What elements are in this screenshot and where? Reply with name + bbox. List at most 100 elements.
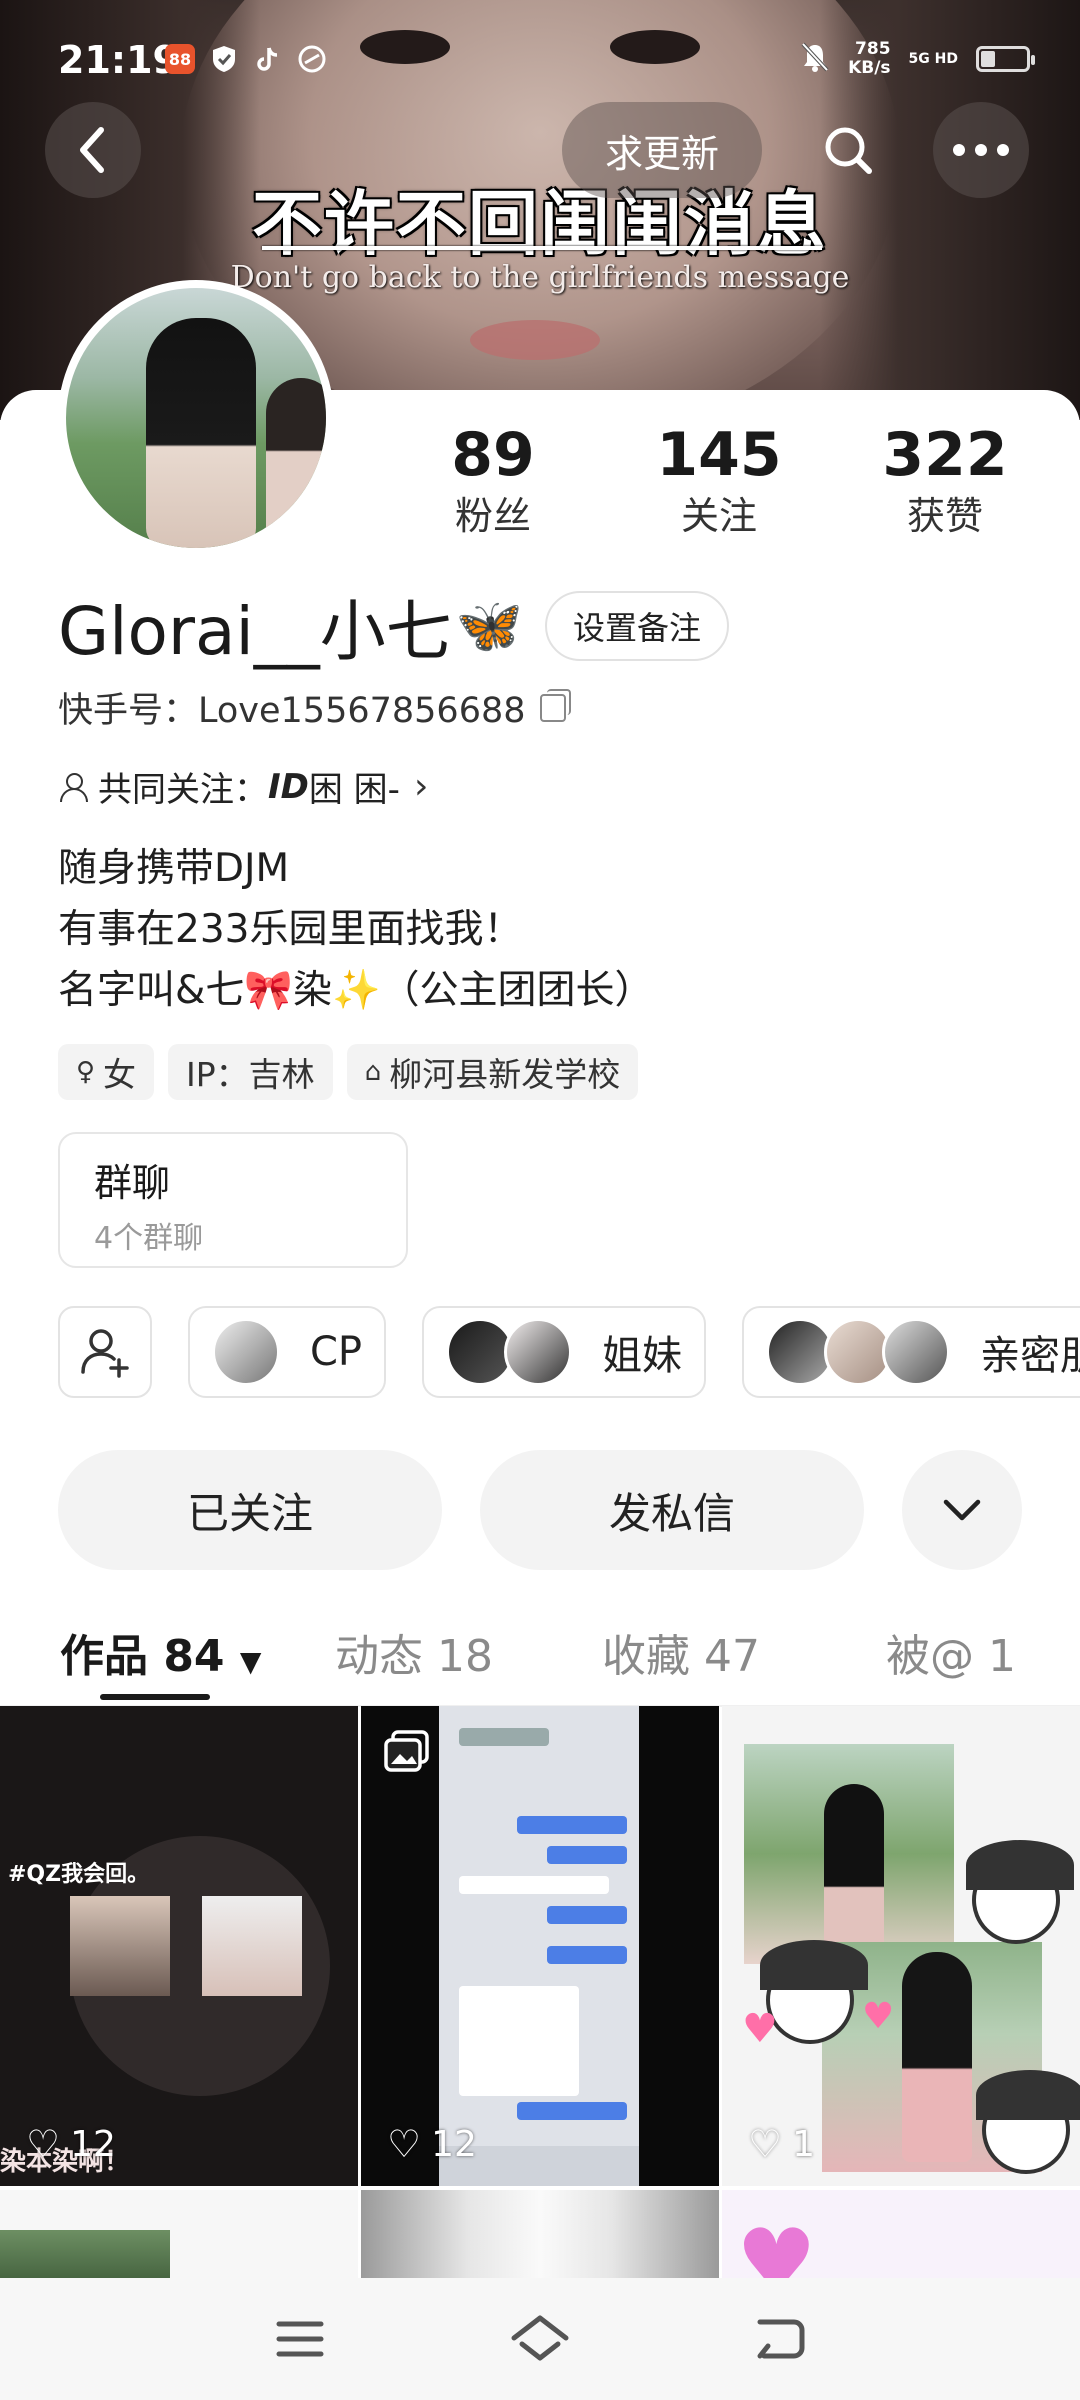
heart-sticker: ♥ bbox=[742, 2006, 778, 2052]
back-arrow-icon bbox=[757, 2319, 805, 2359]
status-app-icons: 88 bbox=[165, 44, 327, 74]
content-tabs: 作品 84 ▼ 动态 18 收藏 47 被@ 1 bbox=[0, 1610, 1080, 1707]
bio-line: 名字叫&七🎀染✨（公主团团长） bbox=[58, 968, 654, 1013]
home-nav-button[interactable] bbox=[500, 2299, 580, 2379]
relationship-circles: CP 姐妹 亲密朋友 bbox=[58, 1306, 1080, 1398]
heart-icon: ♡ bbox=[387, 2122, 422, 2166]
back-button[interactable] bbox=[45, 102, 141, 198]
battery-icon bbox=[976, 46, 1035, 72]
tile-photo bbox=[70, 1896, 170, 1996]
tile-likes: ♡ 1 bbox=[748, 2122, 815, 2166]
set-remark-button[interactable]: 设置备注 bbox=[545, 591, 730, 661]
tile-photo bbox=[744, 1744, 954, 1964]
circle-avatar bbox=[882, 1318, 951, 1386]
profile-tags: ♀ 女 IP：吉林 ⌂ 柳河县新发学校 bbox=[58, 1044, 639, 1100]
tab-favorites[interactable]: 收藏 47 bbox=[602, 1620, 760, 1684]
add-friend-button[interactable] bbox=[58, 1306, 152, 1398]
tag-label: IP：吉林 bbox=[186, 1055, 315, 1094]
search-button[interactable] bbox=[800, 102, 896, 198]
mute-icon bbox=[800, 41, 830, 77]
send-message-button[interactable]: 发私信 bbox=[480, 1450, 864, 1570]
chat-bubble bbox=[547, 1846, 627, 1864]
person-icon bbox=[58, 772, 88, 802]
circle-avatar bbox=[212, 1318, 280, 1386]
work-tile[interactable]: ♡ 12 bbox=[361, 1706, 719, 2186]
work-tile[interactable]: ♥ bbox=[722, 2190, 1080, 2278]
tile-photo bbox=[0, 2230, 170, 2278]
multi-image-icon bbox=[384, 1730, 429, 1772]
heart-icon: ♡ bbox=[748, 2122, 783, 2166]
tile-photo bbox=[202, 1896, 302, 1996]
tile-likes: ♡ 12 bbox=[26, 2122, 116, 2166]
status-time: 21:19 bbox=[58, 38, 179, 82]
more-options-button[interactable] bbox=[933, 102, 1029, 198]
work-tile[interactable]: #QZ我会回。 染本染啊！ ♡ 12 bbox=[0, 1706, 358, 2186]
school-icon: ⌂ bbox=[364, 1057, 382, 1087]
tile-figure bbox=[902, 1952, 972, 2162]
circle-close-friends[interactable]: 亲密朋友 bbox=[742, 1306, 1080, 1398]
add-person-icon bbox=[81, 1329, 129, 1378]
back-nav-button[interactable] bbox=[740, 2299, 820, 2379]
group-chat-card[interactable]: 群聊 4个群聊 bbox=[58, 1132, 408, 1268]
copy-icon[interactable] bbox=[539, 688, 571, 722]
stat-following-label: 关注 bbox=[680, 494, 757, 538]
search-icon bbox=[825, 127, 872, 174]
circle-avatar bbox=[504, 1318, 573, 1386]
kuromi-sticker bbox=[976, 2070, 1080, 2174]
banner-title: 不许不回闺闺消息 bbox=[252, 183, 828, 265]
tile-figure bbox=[824, 1784, 884, 1954]
likes-count: 1 bbox=[792, 2123, 815, 2165]
status-bar: 21:19 88 785 KB/s 5G HD bbox=[0, 0, 1080, 120]
menu-nav-button[interactable] bbox=[260, 2299, 340, 2379]
chevron-left-icon bbox=[80, 127, 104, 173]
expand-button[interactable] bbox=[902, 1450, 1022, 1570]
tab-mentions[interactable]: 被@ 1 bbox=[886, 1620, 1016, 1684]
kuaishou-id: 快手号：Love15567856688 bbox=[58, 691, 526, 731]
profile-name: Glorai__小七 bbox=[58, 593, 452, 670]
avatar[interactable] bbox=[58, 280, 334, 556]
kuromi-sticker bbox=[966, 1840, 1074, 1944]
chat-bubble bbox=[459, 1728, 549, 1746]
heart-icon: ♡ bbox=[26, 2122, 61, 2166]
tab-works[interactable]: 作品 84 ▼ bbox=[60, 1620, 261, 1684]
circle-cp[interactable]: CP bbox=[188, 1306, 387, 1398]
banner-title-underline bbox=[262, 246, 822, 250]
chat-bubble bbox=[459, 1986, 579, 2096]
stat-likes[interactable]: 322 获赞 bbox=[832, 420, 1058, 542]
work-tile[interactable] bbox=[361, 2190, 719, 2278]
more-dots-icon bbox=[953, 144, 1009, 156]
tag-label: 女 bbox=[103, 1055, 137, 1094]
tag-gender: ♀ 女 bbox=[58, 1044, 155, 1100]
name-row: Glorai__小七 🦋 设置备注 bbox=[58, 578, 730, 674]
notification-app-icon: 88 bbox=[165, 44, 195, 74]
work-tile[interactable]: ♥ ♥ ♡ 1 bbox=[722, 1706, 1080, 2186]
chat-bubble bbox=[517, 2102, 627, 2120]
mutual-follow-row[interactable]: 共同关注： ID 困 困- › bbox=[58, 762, 428, 811]
banner-lips bbox=[470, 320, 600, 360]
tag-ip: IP：吉林 bbox=[168, 1044, 333, 1100]
stat-following[interactable]: 145 关注 bbox=[606, 420, 832, 542]
bio: 随身携带DJM 有事在233乐园里面找我！ 名字叫&七🎀染✨（公主团团长） bbox=[58, 838, 654, 1021]
mutual-label: 共同关注： bbox=[98, 770, 268, 810]
request-update-button[interactable]: 求更新 bbox=[562, 102, 762, 198]
stat-fans[interactable]: 89 粉丝 bbox=[380, 420, 606, 542]
active-tab-indicator bbox=[100, 1694, 210, 1700]
tile-chat-screenshot bbox=[439, 1706, 639, 2186]
avatar-figure-2 bbox=[266, 378, 326, 548]
chevron-down-icon bbox=[943, 1499, 981, 1521]
kuaishou-id-row: 快手号：Love15567856688 bbox=[58, 682, 571, 733]
link-icon bbox=[297, 44, 327, 74]
female-icon: ♀ bbox=[76, 1057, 96, 1087]
chevron-right-icon: › bbox=[413, 766, 429, 807]
chat-bubble bbox=[459, 1876, 609, 1894]
heart-sticker: ♥ bbox=[736, 2210, 817, 2278]
tab-label: 作品 84 bbox=[60, 1631, 225, 1682]
tab-moments[interactable]: 动态 18 bbox=[335, 1620, 493, 1684]
profile-stats: 89 粉丝 145 关注 322 获赞 bbox=[380, 420, 1060, 542]
circle-label: 姐妹 bbox=[602, 1333, 683, 1379]
tag-school[interactable]: ⌂ 柳河县新发学校 bbox=[346, 1044, 639, 1100]
circle-sisters[interactable]: 姐妹 bbox=[422, 1306, 707, 1398]
followed-button[interactable]: 已关注 bbox=[58, 1450, 442, 1570]
bio-line: 随身携带DJM bbox=[58, 846, 290, 891]
work-tile[interactable] bbox=[0, 2190, 358, 2278]
